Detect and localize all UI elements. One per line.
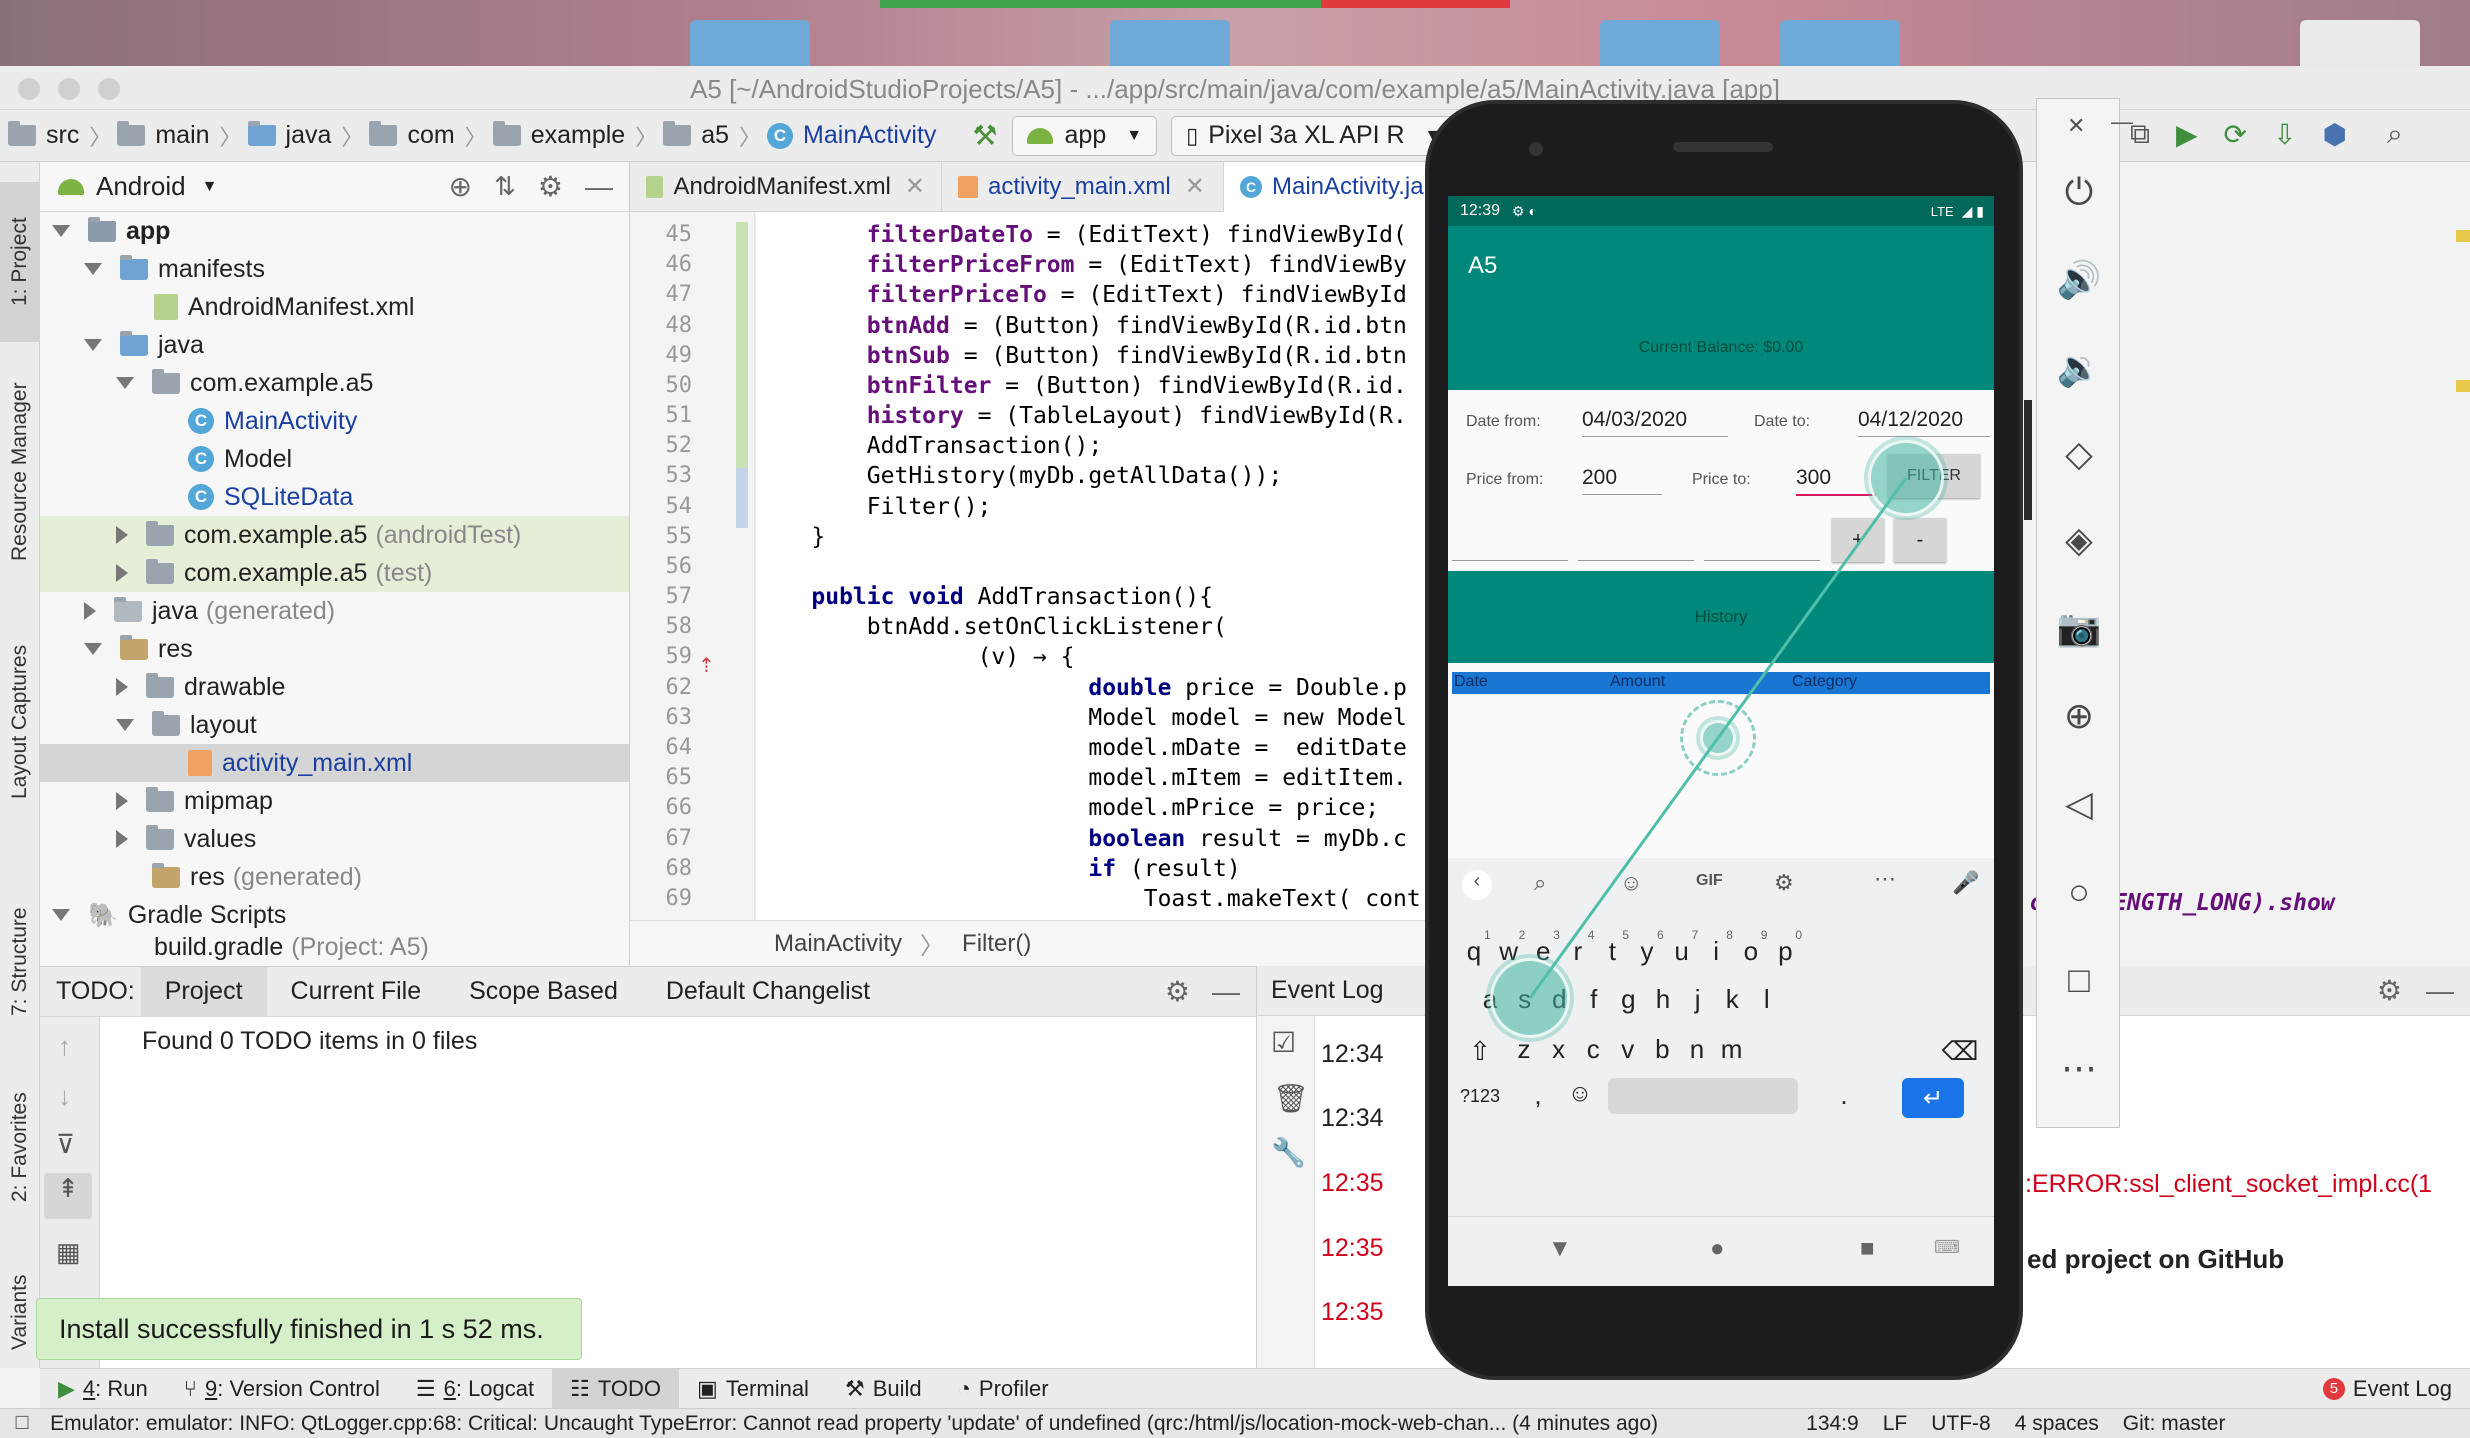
error-stripe-marker[interactable] — [2456, 380, 2470, 392]
volume-up-icon[interactable]: 🔊 — [2037, 259, 2121, 301]
back-icon[interactable]: ◁ — [2037, 783, 2121, 825]
error-stripe-marker[interactable] — [2456, 230, 2470, 242]
rotate-left-icon[interactable]: ◇ — [2037, 433, 2121, 475]
emulator-controls-panel: ✕ — ⏻ 🔊 🔉 ◇ ◈ 📷 ⊕ ◁ ○ □ ⋯ — [2036, 98, 2133, 1128]
power-icon[interactable]: ⏻ — [2037, 171, 2121, 214]
zoom-icon[interactable]: ⊕ — [2037, 695, 2121, 737]
camera-icon[interactable]: 📷 — [2037, 607, 2121, 649]
volume-down-icon[interactable]: 🔉 — [2037, 347, 2121, 389]
close-icon[interactable]: ✕ — [2067, 113, 2085, 139]
overview-icon[interactable]: □ — [2037, 959, 2121, 1001]
rotate-right-icon[interactable]: ◈ — [2037, 519, 2121, 561]
more-icon[interactable]: ⋯ — [2037, 1047, 2121, 1089]
home-icon[interactable]: ○ — [2037, 871, 2121, 913]
minimize-icon[interactable]: — — [2111, 109, 2133, 135]
